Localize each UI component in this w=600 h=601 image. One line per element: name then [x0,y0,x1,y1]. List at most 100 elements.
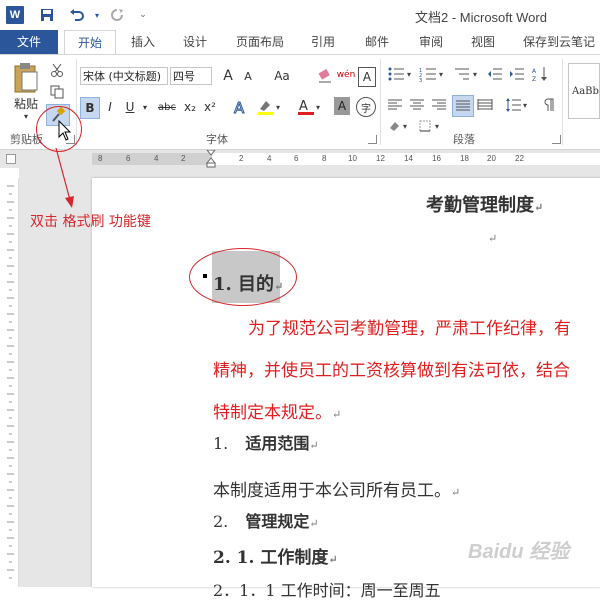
body-line[interactable]: 本制度适用于本公司所有员工。↵ [213,476,460,501]
clear-format-icon[interactable] [316,67,334,85]
font-color-icon[interactable]: A ▾ [296,97,324,117]
align-right-icon[interactable] [430,95,448,115]
copy-icon[interactable] [48,83,66,101]
mouse-cursor-icon [58,119,72,142]
tab-references[interactable]: 引用 [304,30,342,54]
tab-view[interactable]: 视图 [464,30,502,54]
decrease-indent-icon[interactable] [486,65,504,83]
ruler-tick: 10 [348,154,357,163]
heading-work-system[interactable]: 2. 1. 工作制度↵ [213,543,338,568]
svg-text:▾: ▾ [473,70,477,79]
svg-text:▾: ▾ [523,101,527,110]
tab-review[interactable]: 审阅 [412,30,450,54]
highlight-color-icon[interactable]: ▾ [256,97,284,117]
ruler-tick: 4 [267,154,272,163]
subscript-button[interactable]: x₂ [182,97,198,117]
document-page[interactable] [92,178,600,587]
paragraph-launcher-icon[interactable] [552,135,561,144]
paste-button[interactable]: 粘贴 [12,95,40,111]
ruler-tick: 18 [460,154,469,163]
align-center-icon[interactable] [408,95,426,115]
tab-mailings[interactable]: 邮件 [358,30,396,54]
paste-icon[interactable] [12,61,40,95]
align-left-icon[interactable] [386,95,404,115]
paragraph-mark: ↵ [328,553,338,566]
annotation-arrow [50,147,80,210]
body-line[interactable]: 精神，并使员工的工资核算做到有法可依，结合 [213,356,570,381]
document-title[interactable]: 考勤管理制度↵ [426,191,543,217]
list-item-text: 管理规定 [245,512,310,531]
shading-icon[interactable]: ▾ [386,119,414,133]
vertical-ruler[interactable] [4,178,19,587]
justify-icon[interactable] [452,95,474,117]
cut-icon[interactable] [48,61,66,79]
list-item-rules[interactable]: 2. 管理规定↵ [213,508,319,532]
body-line-text: 本制度适用于本公司所有员工。 [213,481,451,501]
sort-icon[interactable]: AZ [530,65,552,83]
customize-icon[interactable]: ⌄ [134,6,152,24]
ruler-tick: 8 [322,154,327,163]
char-shading-icon[interactable]: A [334,97,350,115]
font-size-select[interactable]: 四号 [170,67,212,85]
body-line[interactable]: 特制定本规定。↵ [213,398,341,423]
underline-dropdown-icon[interactable]: ▾ [140,97,150,117]
group-divider [380,59,381,145]
word-icon[interactable]: W [6,6,24,24]
svg-text:Z: Z [532,76,536,82]
ruler-tick: 4 [154,154,159,163]
tab-file[interactable]: 文件 [0,30,58,54]
grow-font-button[interactable]: A [220,67,236,85]
char-border-button[interactable]: A [358,67,376,87]
paragraph-mark: ↵ [451,486,461,499]
paste-dropdown-icon[interactable]: ▾ [20,111,32,121]
distribute-icon[interactable] [476,95,494,115]
ruler-tick: 16 [432,154,441,163]
baidu-watermark: Baidu 经验 [468,541,570,563]
line-spacing-icon[interactable]: ▾ [504,95,532,115]
undo-icon[interactable] [68,6,86,24]
annotation-text: 双击 格式刷 功能键 [30,214,151,230]
paragraph-mark: ↵ [309,517,319,530]
svg-text:▾: ▾ [439,70,443,79]
style-normal-preview[interactable]: AaBb [568,63,600,119]
strikethrough-button[interactable]: abc [156,97,178,117]
numbering-icon[interactable]: 1 2 3 ▾ [418,65,448,83]
indent-marker-icon[interactable] [205,149,217,168]
enclose-char-button[interactable]: 字 [356,97,376,117]
multilevel-list-icon[interactable]: ▾ [452,65,482,83]
list-number: 1. [213,434,229,453]
shrink-font-button[interactable]: A [240,67,256,85]
tab-home[interactable]: 开始 [64,30,116,56]
phonetic-guide-button[interactable]: wén [336,65,356,85]
tab-design[interactable]: 设计 [176,30,214,54]
tab-save-cloud[interactable]: 保存到云笔记 [518,30,600,54]
increase-indent-icon[interactable] [508,65,526,83]
bold-button[interactable]: B [80,97,100,119]
italic-button[interactable]: I [102,97,118,117]
tab-insert[interactable]: 插入 [124,30,162,54]
font-name-select[interactable]: 宋体 (中文标题) [80,67,168,85]
svg-text:▾: ▾ [403,122,407,131]
svg-text:A: A [532,68,537,75]
text-effects-icon[interactable]: A [230,97,250,117]
superscript-button[interactable]: x² [202,97,218,117]
undo-dropdown-icon[interactable]: ▾ [88,6,106,24]
bullets-icon[interactable]: ▾ [386,65,416,83]
list-item-scope[interactable]: 1. 适用范围↵ [213,430,319,454]
horizontal-ruler[interactable]: 8 6 4 2 2 4 6 8 10 12 14 16 18 20 22 [0,149,600,168]
save-icon[interactable] [38,6,56,24]
redo-icon[interactable] [108,6,126,24]
body-line-partial[interactable]: 2．1．1 工作时间：周一至周五 [213,577,441,601]
borders-icon[interactable]: ▾ [418,119,446,133]
font-group-label: 字体 [206,133,228,146]
svg-text:▾: ▾ [407,70,411,79]
show-marks-icon[interactable] [540,95,558,115]
underline-button[interactable]: U [122,97,138,117]
title-bar: W ▾ ⌄ 文档2 - Microsoft Word [0,0,600,30]
body-line[interactable]: 为了规范公司考勤管理，严肃工作纪律，有 [248,314,571,339]
ruler-left-margin [92,153,212,165]
tab-selector-icon[interactable] [6,154,16,164]
font-launcher-icon[interactable] [368,135,377,144]
change-case-button[interactable]: Aa [270,67,294,85]
tab-layout[interactable]: 页面布局 [230,30,290,54]
